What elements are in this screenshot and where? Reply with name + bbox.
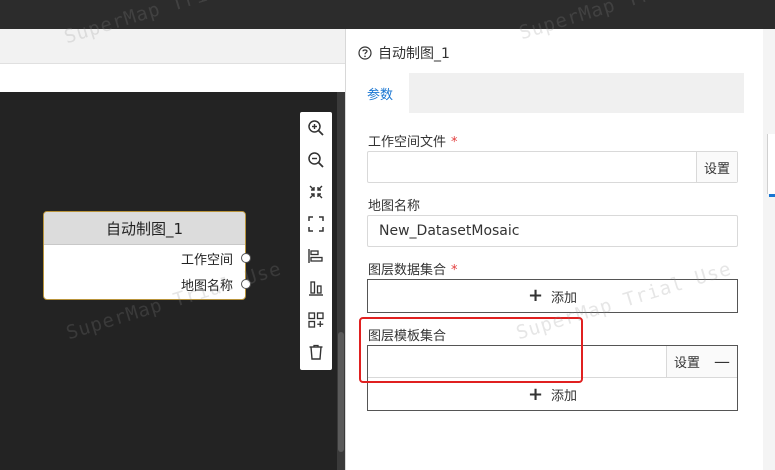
panel-title: 自动制图_1 [378, 46, 450, 62]
fullscreen-icon [308, 216, 324, 232]
required-mark: * [451, 135, 458, 150]
align-vertical-icon [309, 281, 323, 296]
map-name-label: 地图名称 [368, 199, 421, 214]
workspace-file-label: 工作空间文件 * [368, 135, 458, 150]
zoom-out-button[interactable] [300, 144, 332, 176]
help-circle-icon[interactable] [358, 46, 372, 60]
required-mark: * [451, 263, 458, 278]
workflow-node[interactable]: 自动制图_1 工作空间 地图名称 [43, 211, 251, 300]
auto-layout-button[interactable] [300, 304, 332, 336]
align-vertical-button[interactable] [300, 272, 332, 304]
add-label: 添加 [551, 389, 578, 404]
layer-datasets-label: 图层数据集合 * [368, 263, 458, 278]
add-layer-dataset-button[interactable]: + 添加 [367, 279, 738, 313]
plus-icon: + [527, 285, 544, 306]
fullscreen-button[interactable] [300, 208, 332, 240]
node-title: 自动制图_1 [44, 212, 245, 245]
plus-icon: + [527, 383, 544, 405]
output-port-dot[interactable] [241, 279, 251, 289]
side-window-accent [769, 194, 775, 197]
canvas-tool-strip [300, 112, 332, 370]
tab-parameters[interactable]: 参数 [351, 73, 409, 113]
align-horizontal-button[interactable] [300, 240, 332, 272]
output-port-dot[interactable] [241, 253, 251, 263]
fit-screen-icon [309, 185, 323, 199]
top-bar [0, 0, 775, 29]
layout-icon [308, 312, 324, 328]
zoom-in-icon [308, 120, 324, 136]
workspace-file-field: 设置 [367, 151, 738, 183]
panel-header: 自动制图_1 [358, 43, 450, 63]
add-layer-template-button[interactable]: + 添加 [368, 379, 737, 410]
node-port-map-name: 地图名称 [44, 271, 251, 297]
delete-button[interactable] [300, 336, 332, 368]
add-label: 添加 [551, 290, 578, 306]
canvas-subbar [0, 64, 345, 92]
align-horizontal-icon [308, 249, 323, 263]
tabs-bar: 参数 [351, 73, 744, 113]
side-window-edge [767, 134, 775, 194]
zoom-out-icon [308, 152, 324, 168]
map-name-field: New_DatasetMosaic [367, 215, 738, 247]
delete-icon [309, 344, 323, 360]
node-port-workspace: 工作空间 [44, 245, 251, 271]
layer-template-row: 设置 — [368, 346, 737, 378]
node-port-label: 地图名称 [180, 278, 233, 294]
canvas-toolbar [0, 29, 345, 64]
canvas-scrollbar[interactable] [337, 92, 345, 470]
node-port-label: 工作空间 [180, 252, 233, 268]
canvas-scrollbar-thumb[interactable] [338, 332, 344, 452]
panel-scroll-strip [763, 29, 775, 470]
layer-templates-label: 图层模板集合 [368, 329, 447, 344]
layer-templates-group: 设置 — + 添加 [367, 345, 738, 411]
workspace-file-set-button[interactable]: 设置 [695, 152, 737, 182]
zoom-in-button[interactable] [300, 112, 332, 144]
remove-template-button[interactable]: — [707, 346, 737, 377]
parameter-panel: 自动制图_1 参数 工作空间文件 * 设置 地图名称 New_DatasetMos… [345, 29, 763, 470]
fit-screen-button[interactable] [300, 176, 332, 208]
map-name-input[interactable]: New_DatasetMosaic [368, 223, 737, 239]
layer-template-set-button[interactable]: 设置 [665, 346, 707, 377]
